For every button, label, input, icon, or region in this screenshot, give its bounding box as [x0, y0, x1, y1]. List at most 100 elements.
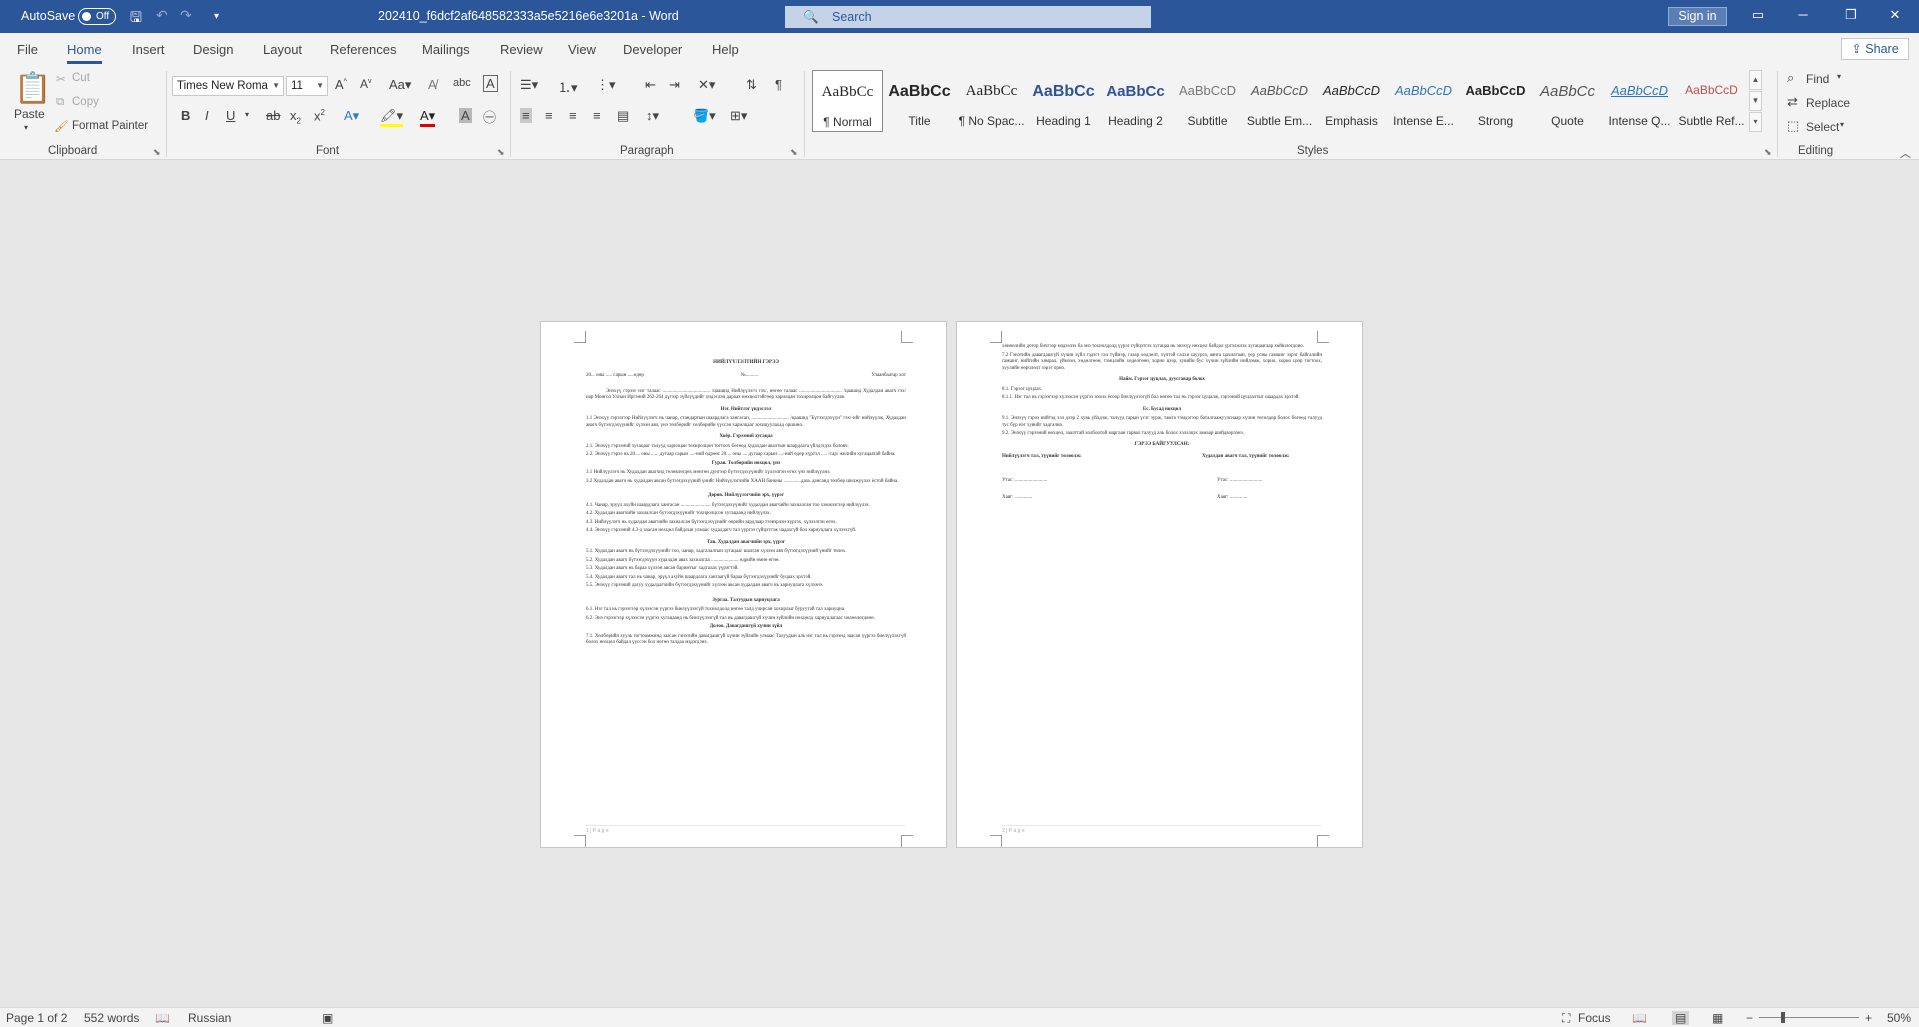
increase-indent-icon[interactable]: ⇥ [669, 77, 680, 93]
language-indicator[interactable]: Russian [188, 1011, 231, 1025]
font-launcher-icon[interactable]: ⬊ [497, 147, 505, 158]
proofing-icon[interactable]: 📖 [155, 1011, 170, 1025]
replace-button[interactable]: Replace [1806, 96, 1850, 110]
style-intense-emphasis[interactable]: AaBbCcD Intense E... [1388, 70, 1459, 132]
shading-icon[interactable]: 🪣▾ [693, 108, 716, 124]
strikethrough-icon[interactable]: ab [266, 108, 280, 123]
clipboard-launcher-icon[interactable]: ⬊ [153, 147, 161, 158]
align-right-icon[interactable]: ≡ [569, 108, 577, 123]
format-painter-button[interactable]: Format Painter [72, 120, 148, 132]
ribbon-display-icon[interactable]: ▭ [1748, 7, 1768, 23]
shrink-font-icon[interactable]: Av [360, 77, 372, 91]
clear-formatting-icon[interactable]: A̸ [428, 77, 437, 92]
tab-mailings[interactable]: Mailings [422, 42, 470, 57]
style-no-spacing[interactable]: AaBbCc ¶ No Spac... [956, 70, 1027, 132]
font-color-icon[interactable]: A▾ [420, 108, 436, 127]
zoom-slider-thumb[interactable] [1781, 1012, 1785, 1023]
close-icon[interactable]: ✕ [1885, 7, 1905, 23]
search-box[interactable]: 🔍 Search [785, 6, 1151, 28]
character-border-icon[interactable]: A [483, 75, 498, 92]
style-quote[interactable]: AaBbCc Quote [1532, 70, 1603, 132]
zoom-out-icon[interactable]: − [1746, 1011, 1753, 1025]
zoom-slider[interactable] [1759, 1017, 1859, 1018]
undo-icon[interactable]: ↶ [156, 7, 168, 24]
tab-view[interactable]: View [568, 42, 596, 57]
align-center-icon[interactable]: ≡ [545, 108, 553, 123]
highlight-color-icon[interactable]: 🖍▾ [380, 108, 404, 127]
numbering-icon[interactable]: ⒈▾ [558, 77, 578, 96]
asian-layout-icon[interactable]: ✕▾ [698, 77, 715, 93]
read-mode-icon[interactable]: 📖 [1632, 1011, 1647, 1025]
borders-icon[interactable]: ⊞▾ [730, 108, 747, 124]
select-button[interactable]: Select [1806, 120, 1839, 134]
change-case-icon[interactable]: Aa▾ [389, 77, 411, 93]
collapse-ribbon-icon[interactable]: ︿ [1900, 145, 1911, 161]
decrease-indent-icon[interactable]: ⇤ [645, 77, 656, 93]
justify-icon[interactable]: ≡ [593, 108, 601, 123]
page-count[interactable]: Page 1 of 2 [6, 1011, 67, 1025]
line-spacing-icon[interactable]: ↕▾ [646, 108, 659, 124]
text-effects-icon[interactable]: A▾ [344, 108, 359, 124]
sign-in-button[interactable]: Sign in [1668, 7, 1727, 26]
page-1[interactable]: НИЙЛҮҮЛЭЛТИЙН ГЭРЭЭ 20... оны ..... сары… [540, 321, 947, 848]
font-size-select[interactable]: 11 ▼ [286, 76, 328, 96]
styles-scroll-up-icon[interactable]: ▲ [1749, 70, 1762, 90]
find-button[interactable]: Find [1806, 72, 1829, 86]
styles-launcher-icon[interactable]: ⬊ [1764, 147, 1772, 158]
style-subtle-emphasis[interactable]: AaBbCcD Subtle Em... [1244, 70, 1315, 132]
tab-home[interactable]: Home [67, 42, 102, 64]
share-button[interactable]: ⇪ Share [1841, 38, 1909, 60]
restore-icon[interactable]: ❐ [1841, 7, 1861, 23]
focus-mode-button[interactable]: Focus [1578, 1011, 1611, 1025]
redo-icon[interactable]: ↷ [180, 7, 192, 24]
styles-scroll-down-icon[interactable]: ▼ [1749, 91, 1762, 111]
multilevel-list-icon[interactable]: ⋮▾ [596, 77, 616, 93]
paragraph-launcher-icon[interactable]: ⬊ [790, 147, 798, 158]
underline-dropdown-icon[interactable]: ▾ [245, 110, 249, 119]
tab-help[interactable]: Help [712, 42, 739, 57]
style-emphasis[interactable]: AaBbCcD Emphasis [1316, 70, 1387, 132]
style-title[interactable]: AaBbCc Title [884, 70, 955, 132]
bullets-icon[interactable]: ☰▾ [520, 77, 538, 93]
select-dropdown-icon[interactable]: ▾ [1840, 120, 1844, 129]
find-dropdown-icon[interactable]: ▾ [1837, 72, 1841, 81]
zoom-level[interactable]: 50% [1887, 1011, 1911, 1025]
style-heading-1[interactable]: AaBbCc Heading 1 [1028, 70, 1099, 132]
style-heading-2[interactable]: AaBbCc Heading 2 [1100, 70, 1171, 132]
style-strong[interactable]: AaBbCcD Strong [1460, 70, 1531, 132]
enclose-characters-icon[interactable]: ㊀ [483, 107, 496, 126]
style-subtle-reference[interactable]: AaBbCcD Subtle Ref... [1676, 70, 1747, 132]
document-canvas[interactable]: НИЙЛҮҮЛЭЛТИЙН ГЭРЭЭ 20... оны ..... сары… [0, 161, 1919, 1007]
paste-icon[interactable]: 📋 [14, 71, 51, 106]
style-intense-quote[interactable]: AaBbCcD Intense Q... [1604, 70, 1675, 132]
bold-icon[interactable]: B [181, 108, 190, 123]
underline-icon[interactable]: U [226, 108, 235, 123]
superscript-icon[interactable]: x2 [314, 108, 325, 123]
character-shading-icon[interactable]: A [459, 108, 472, 123]
grow-font-icon[interactable]: A^ [335, 77, 347, 92]
zoom-in-icon[interactable]: + [1865, 1011, 1872, 1025]
font-family-select[interactable]: Times New Roma ▼ [172, 76, 284, 96]
page-2[interactable]: хөнөөлийн дотор бичгээр мэдээлэх ба энэ … [956, 321, 1363, 848]
show-formatting-marks-icon[interactable]: ¶ [775, 77, 782, 92]
tab-references[interactable]: References [330, 42, 396, 57]
paste-button[interactable]: Paste [14, 107, 45, 121]
style-normal[interactable]: AaBbCc ¶ Normal [812, 70, 883, 132]
paste-dropdown-icon[interactable]: ▾ [24, 123, 28, 132]
copy-button[interactable]: Copy [72, 96, 99, 108]
tab-file[interactable]: File [17, 42, 38, 57]
save-icon[interactable]: 🖫 [130, 7, 142, 31]
phonetic-guide-icon[interactable]: abc [453, 77, 471, 89]
tab-insert[interactable]: Insert [132, 42, 165, 57]
autosave-toggle[interactable]: Off [78, 8, 116, 25]
style-subtitle[interactable]: AaBbCcD Subtitle [1172, 70, 1243, 132]
tab-design[interactable]: Design [193, 42, 233, 57]
cut-button[interactable]: Cut [72, 72, 90, 84]
tab-layout[interactable]: Layout [263, 42, 302, 57]
italic-icon[interactable]: I [205, 108, 209, 123]
align-left-icon[interactable]: ≡ [520, 108, 532, 123]
tab-review[interactable]: Review [500, 42, 543, 57]
customize-qat-icon[interactable]: ▾ [214, 11, 219, 22]
tab-developer[interactable]: Developer [623, 42, 682, 57]
word-count[interactable]: 552 words [84, 1011, 139, 1025]
